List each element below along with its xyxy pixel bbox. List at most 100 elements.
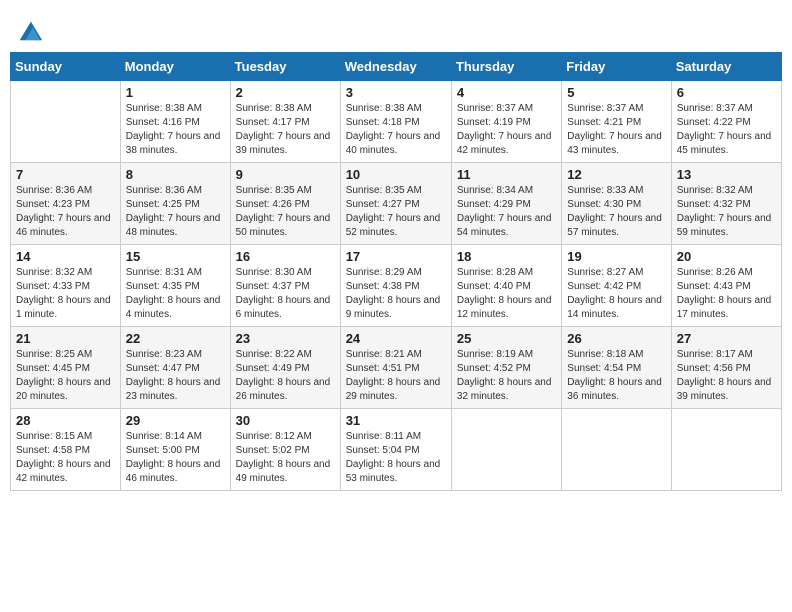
calendar-table: SundayMondayTuesdayWednesdayThursdayFrid… <box>10 52 782 491</box>
day-info: Sunrise: 8:21 AMSunset: 4:51 PMDaylight:… <box>346 348 446 404</box>
calendar-week-row: 28 Sunrise: 8:15 AMSunset: 4:58 PMDayligh… <box>11 409 782 491</box>
calendar-cell: 20Sunrise: 8:26 AMSunset: 4:43 PMDayligh… <box>671 245 781 327</box>
day-number: 7 <box>16 167 115 182</box>
calendar-week-row: 7Sunrise: 8:36 AMSunset: 4:23 PMDaylight… <box>11 163 782 245</box>
calendar-week-row: 1 Sunrise: 8:38 AMSunset: 4:16 PMDaylight… <box>11 81 782 163</box>
day-info: Sunrise: 8:30 AMSunset: 4:37 PMDaylight:… <box>236 266 335 322</box>
calendar-cell: 7Sunrise: 8:36 AMSunset: 4:23 PMDaylight… <box>11 163 121 245</box>
calendar-cell: 6 Sunrise: 8:37 AMSunset: 4:22 PMDaylight… <box>671 81 781 163</box>
day-number: 6 <box>677 85 776 100</box>
day-info: Sunrise: 8:22 AMSunset: 4:49 PMDaylight:… <box>236 348 335 404</box>
day-info: Sunrise: 8:34 AMSunset: 4:29 PMDaylight:… <box>457 184 556 240</box>
day-number: 3 <box>346 85 446 100</box>
weekday-header-monday: Monday <box>120 53 230 81</box>
day-number: 2 <box>236 85 335 100</box>
calendar-cell: 17 Sunrise: 8:29 AMSunset: 4:38 PMDayligh… <box>340 245 451 327</box>
day-number: 13 <box>677 167 776 182</box>
day-number: 22 <box>126 331 225 346</box>
calendar-cell <box>451 409 561 491</box>
calendar-cell: 13 Sunrise: 8:32 AMSunset: 4:32 PMDayligh… <box>671 163 781 245</box>
calendar-cell: 30 Sunrise: 8:12 AMSunset: 5:02 PMDayligh… <box>230 409 340 491</box>
day-number: 9 <box>236 167 335 182</box>
day-info: Sunrise: 8:27 AMSunset: 4:42 PMDaylight:… <box>567 266 665 322</box>
calendar-cell <box>562 409 671 491</box>
calendar-cell: 9 Sunrise: 8:35 AMSunset: 4:26 PMDaylight… <box>230 163 340 245</box>
calendar-cell: 31 Sunrise: 8:11 AMSunset: 5:04 PMDayligh… <box>340 409 451 491</box>
calendar-cell: 27Sunrise: 8:17 AMSunset: 4:56 PMDayligh… <box>671 327 781 409</box>
calendar-week-row: 14 Sunrise: 8:32 AMSunset: 4:33 PMDayligh… <box>11 245 782 327</box>
day-info: Sunrise: 8:38 AMSunset: 4:16 PMDaylight:… <box>126 102 225 158</box>
day-info: Sunrise: 8:18 AMSunset: 4:54 PMDaylight:… <box>567 348 665 404</box>
day-info: Sunrise: 8:35 AMSunset: 4:27 PMDaylight:… <box>346 184 446 240</box>
calendar-cell: 4 Sunrise: 8:37 AMSunset: 4:19 PMDaylight… <box>451 81 561 163</box>
day-number: 19 <box>567 249 665 264</box>
calendar-cell: 10 Sunrise: 8:35 AMSunset: 4:27 PMDayligh… <box>340 163 451 245</box>
logo-icon <box>16 16 44 44</box>
day-info: Sunrise: 8:31 AMSunset: 4:35 PMDaylight:… <box>126 266 225 322</box>
calendar-cell: 8 Sunrise: 8:36 AMSunset: 4:25 PMDaylight… <box>120 163 230 245</box>
day-info: Sunrise: 8:11 AMSunset: 5:04 PMDaylight:… <box>346 430 446 486</box>
calendar-cell: 16 Sunrise: 8:30 AMSunset: 4:37 PMDayligh… <box>230 245 340 327</box>
calendar-cell: 19 Sunrise: 8:27 AMSunset: 4:42 PMDayligh… <box>562 245 671 327</box>
calendar-cell: 15 Sunrise: 8:31 AMSunset: 4:35 PMDayligh… <box>120 245 230 327</box>
calendar-cell <box>11 81 121 163</box>
calendar-cell: 23 Sunrise: 8:22 AMSunset: 4:49 PMDayligh… <box>230 327 340 409</box>
calendar-cell: 5 Sunrise: 8:37 AMSunset: 4:21 PMDaylight… <box>562 81 671 163</box>
calendar-cell: 28 Sunrise: 8:15 AMSunset: 4:58 PMDayligh… <box>11 409 121 491</box>
day-number: 28 <box>16 413 115 428</box>
calendar-cell: 3 Sunrise: 8:38 AMSunset: 4:18 PMDaylight… <box>340 81 451 163</box>
day-info: Sunrise: 8:37 AMSunset: 4:22 PMDaylight:… <box>677 102 776 158</box>
weekday-header-friday: Friday <box>562 53 671 81</box>
calendar-cell: 14 Sunrise: 8:32 AMSunset: 4:33 PMDayligh… <box>11 245 121 327</box>
day-number: 1 <box>126 85 225 100</box>
day-info: Sunrise: 8:38 AMSunset: 4:17 PMDaylight:… <box>236 102 335 158</box>
weekday-header-thursday: Thursday <box>451 53 561 81</box>
day-info: Sunrise: 8:14 AMSunset: 5:00 PMDaylight:… <box>126 430 225 486</box>
day-number: 5 <box>567 85 665 100</box>
day-info: Sunrise: 8:32 AMSunset: 4:33 PMDaylight:… <box>16 266 115 322</box>
day-info: Sunrise: 8:23 AMSunset: 4:47 PMDaylight:… <box>126 348 225 404</box>
calendar-cell: 18 Sunrise: 8:28 AMSunset: 4:40 PMDayligh… <box>451 245 561 327</box>
calendar-cell: 2 Sunrise: 8:38 AMSunset: 4:17 PMDaylight… <box>230 81 340 163</box>
calendar-cell: 11Sunrise: 8:34 AMSunset: 4:29 PMDayligh… <box>451 163 561 245</box>
day-info: Sunrise: 8:37 AMSunset: 4:21 PMDaylight:… <box>567 102 665 158</box>
day-info: Sunrise: 8:38 AMSunset: 4:18 PMDaylight:… <box>346 102 446 158</box>
calendar-cell: 22 Sunrise: 8:23 AMSunset: 4:47 PMDayligh… <box>120 327 230 409</box>
day-info: Sunrise: 8:15 AMSunset: 4:58 PMDaylight:… <box>16 430 115 486</box>
day-number: 20 <box>677 249 776 264</box>
day-number: 25 <box>457 331 556 346</box>
day-info: Sunrise: 8:28 AMSunset: 4:40 PMDaylight:… <box>457 266 556 322</box>
day-number: 8 <box>126 167 225 182</box>
calendar-cell <box>671 409 781 491</box>
day-number: 4 <box>457 85 556 100</box>
weekday-header-sunday: Sunday <box>11 53 121 81</box>
day-info: Sunrise: 8:12 AMSunset: 5:02 PMDaylight:… <box>236 430 335 486</box>
day-info: Sunrise: 8:37 AMSunset: 4:19 PMDaylight:… <box>457 102 556 158</box>
day-number: 14 <box>16 249 115 264</box>
day-number: 30 <box>236 413 335 428</box>
day-number: 27 <box>677 331 776 346</box>
day-number: 21 <box>16 331 115 346</box>
day-info: Sunrise: 8:29 AMSunset: 4:38 PMDaylight:… <box>346 266 446 322</box>
day-number: 29 <box>126 413 225 428</box>
weekday-header-tuesday: Tuesday <box>230 53 340 81</box>
calendar-cell: 12Sunrise: 8:33 AMSunset: 4:30 PMDayligh… <box>562 163 671 245</box>
day-number: 31 <box>346 413 446 428</box>
calendar-cell: 21 Sunrise: 8:25 AMSunset: 4:45 PMDayligh… <box>11 327 121 409</box>
day-info: Sunrise: 8:25 AMSunset: 4:45 PMDaylight:… <box>16 348 115 404</box>
weekday-header-wednesday: Wednesday <box>340 53 451 81</box>
day-number: 18 <box>457 249 556 264</box>
day-info: Sunrise: 8:35 AMSunset: 4:26 PMDaylight:… <box>236 184 335 240</box>
day-info: Sunrise: 8:36 AMSunset: 4:25 PMDaylight:… <box>126 184 225 240</box>
day-number: 17 <box>346 249 446 264</box>
weekday-header-saturday: Saturday <box>671 53 781 81</box>
calendar-week-row: 21 Sunrise: 8:25 AMSunset: 4:45 PMDayligh… <box>11 327 782 409</box>
day-number: 10 <box>346 167 446 182</box>
day-number: 23 <box>236 331 335 346</box>
day-number: 15 <box>126 249 225 264</box>
day-number: 26 <box>567 331 665 346</box>
day-number: 12 <box>567 167 665 182</box>
calendar-cell: 24Sunrise: 8:21 AMSunset: 4:51 PMDayligh… <box>340 327 451 409</box>
day-number: 16 <box>236 249 335 264</box>
day-info: Sunrise: 8:32 AMSunset: 4:32 PMDaylight:… <box>677 184 776 240</box>
